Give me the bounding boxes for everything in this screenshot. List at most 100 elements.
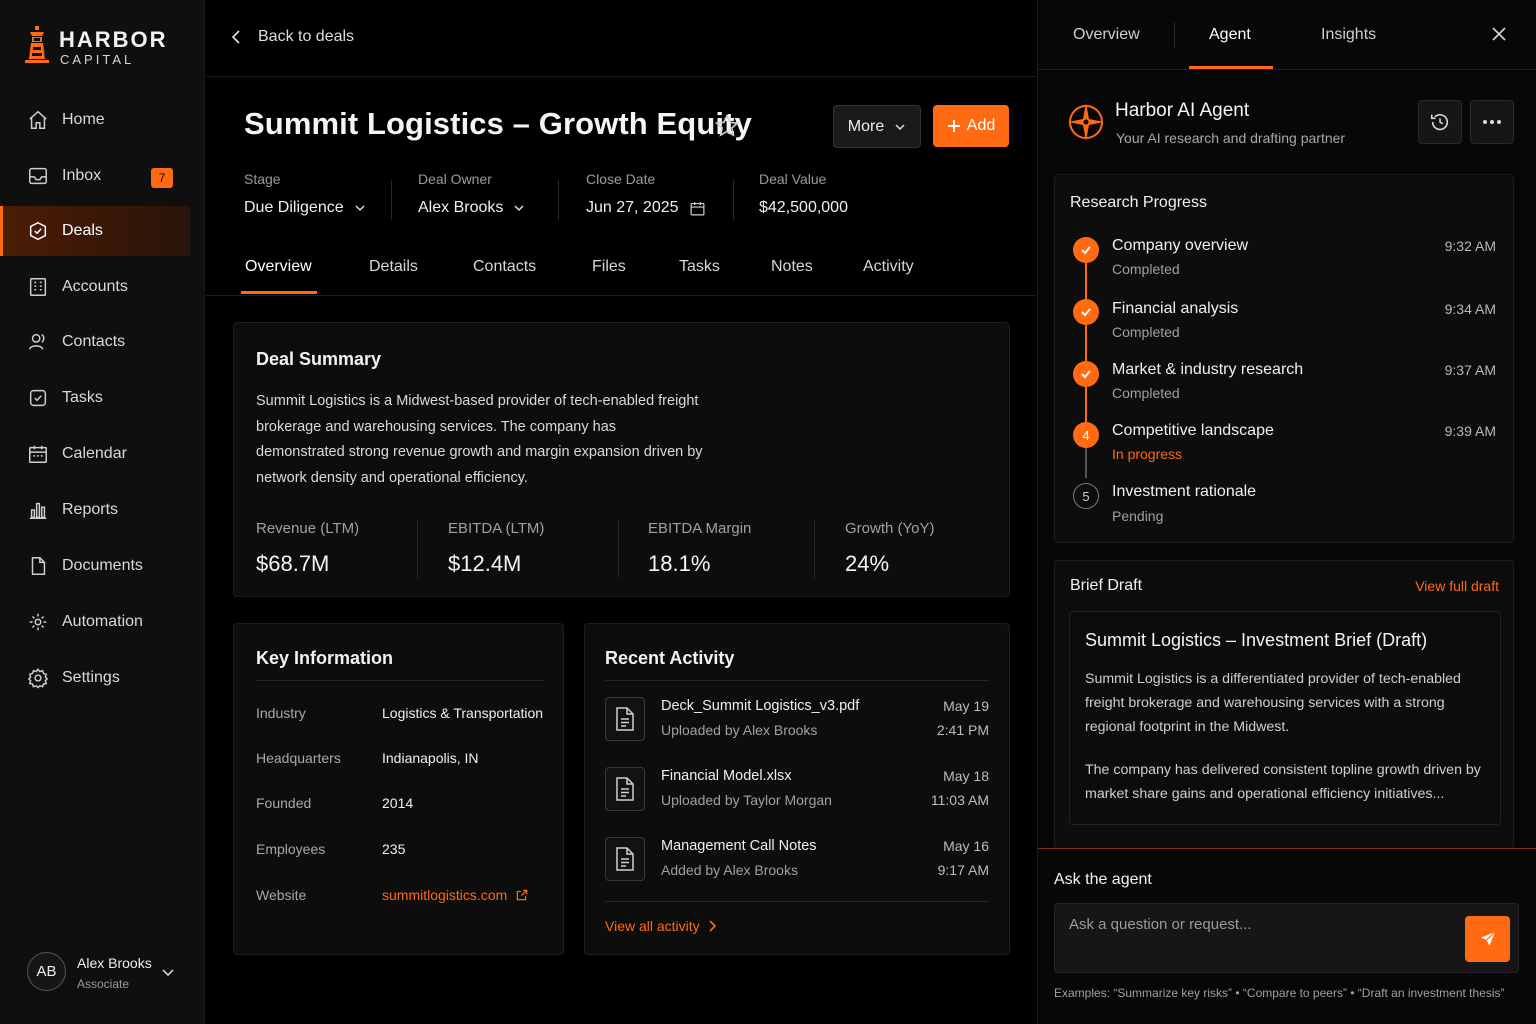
chevron-down-icon[interactable] bbox=[160, 964, 176, 980]
tab-tasks[interactable]: Tasks bbox=[679, 258, 720, 276]
activity-subtitle: Uploaded by Alex Brooks bbox=[661, 722, 818, 738]
ask-agent-input[interactable] bbox=[1069, 916, 1449, 933]
ask-agent-section: Ask the agent Examples: “Summarize key r… bbox=[1038, 848, 1536, 1024]
chevron-down-icon bbox=[894, 121, 906, 133]
close-date-value: Jun 27, 2025 bbox=[586, 199, 679, 216]
activity-subtitle: Added by Alex Brooks bbox=[661, 862, 798, 878]
stage-value: Due Diligence bbox=[244, 199, 344, 216]
view-all-activity-link[interactable]: View all activity bbox=[605, 918, 716, 934]
back-to-deals-link[interactable]: Back to deals bbox=[230, 28, 354, 46]
close-date-field[interactable]: Jun 27, 2025 bbox=[586, 199, 706, 217]
brief-paragraph: The company has delivered consistent top… bbox=[1085, 762, 1481, 802]
divider bbox=[256, 680, 544, 681]
employees-value: 235 bbox=[382, 841, 406, 857]
activity-time: 9:17 AM bbox=[937, 862, 989, 878]
employees-label: Employees bbox=[256, 841, 326, 857]
active-tab-indicator bbox=[241, 291, 317, 294]
metric-label: Growth (YoY) bbox=[845, 520, 935, 537]
user-name: Alex Brooks bbox=[77, 955, 152, 971]
deal-owner-select[interactable]: Alex Brooks bbox=[418, 199, 525, 217]
step-status: In progress bbox=[1112, 446, 1183, 462]
activity-date: May 18 bbox=[943, 768, 989, 784]
industry-value: Logistics & Transportation bbox=[382, 705, 544, 721]
step-status: Completed bbox=[1112, 324, 1180, 340]
tab-contacts[interactable]: Contacts bbox=[473, 258, 536, 276]
topbar: Back to deals bbox=[206, 0, 1036, 77]
sidebar-item-documents[interactable]: Documents bbox=[0, 541, 190, 591]
add-button[interactable]: Add bbox=[933, 105, 1009, 147]
founded-value: 2014 bbox=[382, 795, 414, 811]
tab-panel-overview[interactable]: Overview bbox=[1073, 26, 1140, 44]
history-icon bbox=[1429, 111, 1451, 133]
sidebar-item-calendar[interactable]: Calendar bbox=[0, 429, 190, 479]
metric-label: Revenue (LTM) bbox=[256, 520, 360, 537]
list-item[interactable]: Deck_Summit Logistics_v3.pdf Uploaded by… bbox=[605, 694, 989, 754]
sidebar-item-label: Tasks bbox=[62, 389, 103, 406]
tab-notes[interactable]: Notes bbox=[771, 258, 813, 276]
sidebar-item-reports[interactable]: Reports bbox=[0, 485, 190, 535]
chevron-left-icon bbox=[230, 29, 242, 45]
sidebar-item-settings[interactable]: Settings bbox=[0, 653, 190, 703]
brief-draft-title: Brief Draft bbox=[1070, 577, 1143, 594]
activity-subtitle: Uploaded by Taylor Morgan bbox=[661, 792, 832, 808]
page-title: Summit Logistics – Growth Equity bbox=[244, 106, 752, 141]
send-button[interactable] bbox=[1465, 916, 1510, 962]
activity-name: Deck_Summit Logistics_v3.pdf bbox=[661, 698, 860, 714]
sidebar-item-contacts[interactable]: Contacts bbox=[0, 317, 190, 367]
step-time: 9:37 AM bbox=[1444, 362, 1496, 378]
tab-details[interactable]: Details bbox=[369, 258, 418, 276]
tab-files[interactable]: Files bbox=[592, 258, 626, 276]
website-link[interactable]: summitlogistics.com bbox=[382, 887, 529, 903]
sidebar-item-label: Settings bbox=[62, 669, 120, 686]
view-full-draft-link[interactable]: View full draft bbox=[1415, 578, 1499, 594]
list-item[interactable]: Financial Model.xlsx Uploaded by Taylor … bbox=[605, 764, 989, 824]
divider bbox=[618, 520, 619, 578]
deal-value: $42,500,000 bbox=[759, 199, 848, 216]
avatar[interactable]: AB bbox=[27, 952, 66, 991]
file-icon bbox=[605, 697, 645, 741]
reports-icon bbox=[26, 498, 50, 522]
documents-icon bbox=[26, 554, 50, 578]
step-status: Completed bbox=[1112, 385, 1180, 401]
tab-panel-insights[interactable]: Insights bbox=[1321, 26, 1376, 44]
deal-owner-value: Alex Brooks bbox=[418, 199, 504, 216]
progress-line bbox=[1085, 263, 1087, 301]
sidebar-item-tasks[interactable]: Tasks bbox=[0, 373, 190, 423]
progress-line bbox=[1085, 448, 1087, 478]
sidebar-item-home[interactable]: Home bbox=[0, 95, 190, 145]
calendar-icon bbox=[689, 200, 706, 217]
brief-document-title: Summit Logistics – Investment Brief (Dra… bbox=[1085, 630, 1428, 650]
brand-subname: CAPITAL bbox=[60, 52, 135, 67]
metric-value: 24% bbox=[845, 551, 890, 576]
more-horizontal-icon bbox=[1482, 119, 1502, 125]
star-icon[interactable] bbox=[714, 113, 740, 139]
history-button[interactable] bbox=[1418, 100, 1462, 144]
progress-line bbox=[1085, 325, 1087, 361]
deal-owner-label: Deal Owner bbox=[418, 171, 492, 187]
sidebar-item-accounts[interactable]: Accounts bbox=[0, 262, 190, 312]
ask-agent-title: Ask the agent bbox=[1054, 871, 1152, 888]
tab-activity[interactable]: Activity bbox=[863, 258, 914, 276]
stage-select[interactable]: Due Diligence bbox=[244, 199, 366, 217]
close-icon[interactable] bbox=[1490, 25, 1508, 43]
divider bbox=[605, 680, 989, 681]
main-content: Back to deals Summit Logistics – Growth … bbox=[206, 0, 1036, 1024]
divider bbox=[1174, 22, 1175, 48]
more-options-button[interactable] bbox=[1470, 100, 1514, 144]
tab-overview[interactable]: Overview bbox=[245, 258, 312, 276]
brief-document: Summit Logistics – Investment Brief (Dra… bbox=[1069, 611, 1501, 825]
sidebar-item-deals[interactable]: Deals bbox=[0, 206, 190, 256]
step-title: Financial analysis bbox=[1112, 300, 1239, 317]
chevron-down-icon bbox=[513, 202, 525, 214]
file-icon bbox=[605, 837, 645, 881]
deal-summary-card: Deal Summary Summit Logistics is a Midwe… bbox=[233, 322, 1010, 597]
more-button[interactable]: More bbox=[833, 105, 921, 148]
sidebar-item-automation[interactable]: Automation bbox=[0, 597, 190, 647]
key-information-title: Key Information bbox=[256, 648, 394, 668]
tab-panel-agent[interactable]: Agent bbox=[1209, 26, 1251, 44]
brief-paragraph: Summit Logistics is a differentiated pro… bbox=[1085, 671, 1461, 735]
divider bbox=[1038, 69, 1536, 70]
list-item[interactable]: Management Call Notes Added by Alex Broo… bbox=[605, 834, 989, 894]
sidebar-item-label: Reports bbox=[62, 501, 119, 518]
divider bbox=[733, 180, 734, 220]
